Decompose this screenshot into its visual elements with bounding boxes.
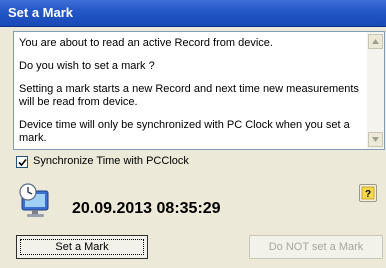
message-line: Device time will only be synchronized wi… [19, 119, 350, 144]
checkmark-icon [18, 158, 27, 167]
arrow-down-icon [372, 137, 379, 142]
do-not-set-mark-button[interactable]: Do NOT set a Mark [249, 235, 383, 259]
set-mark-label: Set a Mark [55, 241, 109, 253]
scroll-down-button[interactable] [368, 132, 383, 147]
dialog-window: Set a Mark You are about to read an acti… [0, 0, 386, 268]
title-bar[interactable]: Set a Mark [0, 0, 386, 27]
arrow-up-icon [372, 39, 379, 44]
pc-clock-icon [17, 183, 55, 219]
sync-time-label[interactable]: Synchronize Time with PCClock [33, 155, 189, 167]
message-line: You are about to read an active Record f… [19, 37, 273, 49]
message-text: You are about to read an active Record f… [19, 37, 364, 155]
current-datetime: 20.09.2013 08:35:29 [72, 200, 221, 217]
dialog-title: Set a Mark [8, 5, 74, 20]
message-line: Setting a mark starts a new Record and n… [19, 83, 359, 108]
svg-text:?: ? [365, 189, 371, 200]
help-button[interactable]: ? [359, 184, 377, 202]
scroll-up-button[interactable] [368, 34, 383, 49]
help-icon: ? [361, 186, 375, 200]
vertical-scrollbar[interactable] [367, 32, 384, 149]
do-not-set-mark-label: Do NOT set a Mark [268, 241, 364, 253]
sync-time-checkbox[interactable] [16, 156, 28, 168]
set-mark-button[interactable]: Set a Mark [16, 235, 148, 259]
message-line: Do you wish to set a mark ? [19, 60, 155, 72]
message-textbox[interactable]: You are about to read an active Record f… [13, 31, 385, 150]
